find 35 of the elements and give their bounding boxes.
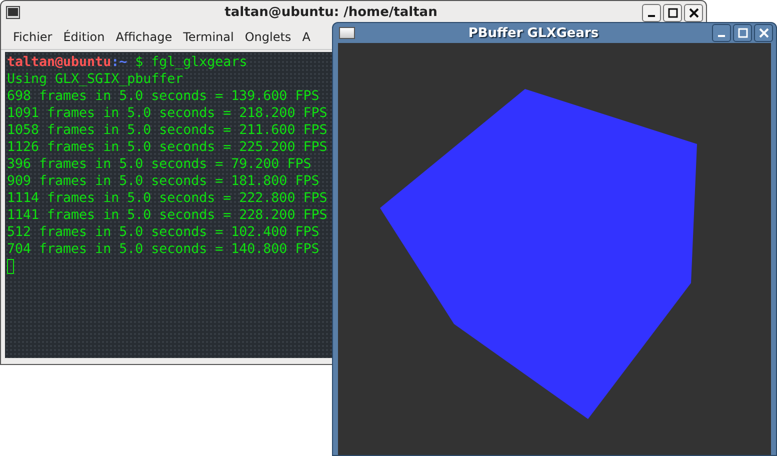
output-line: 909 frames in 5.0 seconds = 181.800 FPS (7, 173, 320, 190)
terminal-icon (6, 6, 20, 19)
output-line: 1141 frames in 5.0 seconds = 228.200 FPS (7, 207, 328, 224)
output-line: 698 frames in 5.0 seconds = 139.600 FPS (7, 88, 320, 105)
menu-item[interactable]: Fichier (13, 30, 52, 44)
output-line: 512 frames in 5.0 seconds = 102.400 FPS (7, 224, 320, 241)
output-line: 1126 frames in 5.0 seconds = 225.200 FPS (7, 139, 328, 156)
close-button[interactable] (684, 4, 703, 22)
window-title: taltan@ubuntu: /home/taltan (224, 5, 438, 20)
minimize-button[interactable] (642, 4, 661, 22)
window-title: PBuffer GLXGears (467, 26, 600, 40)
close-button[interactable] (754, 24, 773, 42)
output-line: Using GLX_SGIX_pbuffer (7, 71, 184, 88)
maximize-icon (668, 8, 678, 18)
menu-item[interactable]: Onglets (244, 30, 292, 44)
menu-item[interactable]: Édition (63, 30, 105, 44)
close-icon (688, 8, 698, 18)
output-line: 396 frames in 5.0 seconds = 79.200 FPS (7, 156, 312, 173)
close-icon (758, 28, 768, 38)
output-line: 704 frames in 5.0 seconds = 140.800 FPS (7, 241, 320, 258)
minimize-button[interactable] (712, 24, 731, 42)
menu-item[interactable]: Terminal (183, 30, 234, 44)
output-line: 1058 frames in 5.0 seconds = 211.600 FPS (7, 122, 328, 139)
output-line: 1091 frames in 5.0 seconds = 218.200 FPS (7, 105, 328, 122)
window-icon (339, 27, 355, 39)
menu-item[interactable]: Affichage (116, 30, 172, 44)
minimize-icon (648, 14, 655, 16)
text-cursor (7, 259, 14, 274)
minimize-icon (718, 35, 725, 37)
maximize-icon (738, 28, 748, 38)
prompt-line: taltan@ubuntu:~ $ fgl_glxgears (7, 54, 248, 71)
menu-item[interactable]: A (302, 30, 310, 44)
maximize-button[interactable] (733, 24, 752, 42)
output-line: 1114 frames in 5.0 seconds = 222.800 FPS (7, 190, 328, 207)
maximize-button[interactable] (663, 4, 682, 22)
